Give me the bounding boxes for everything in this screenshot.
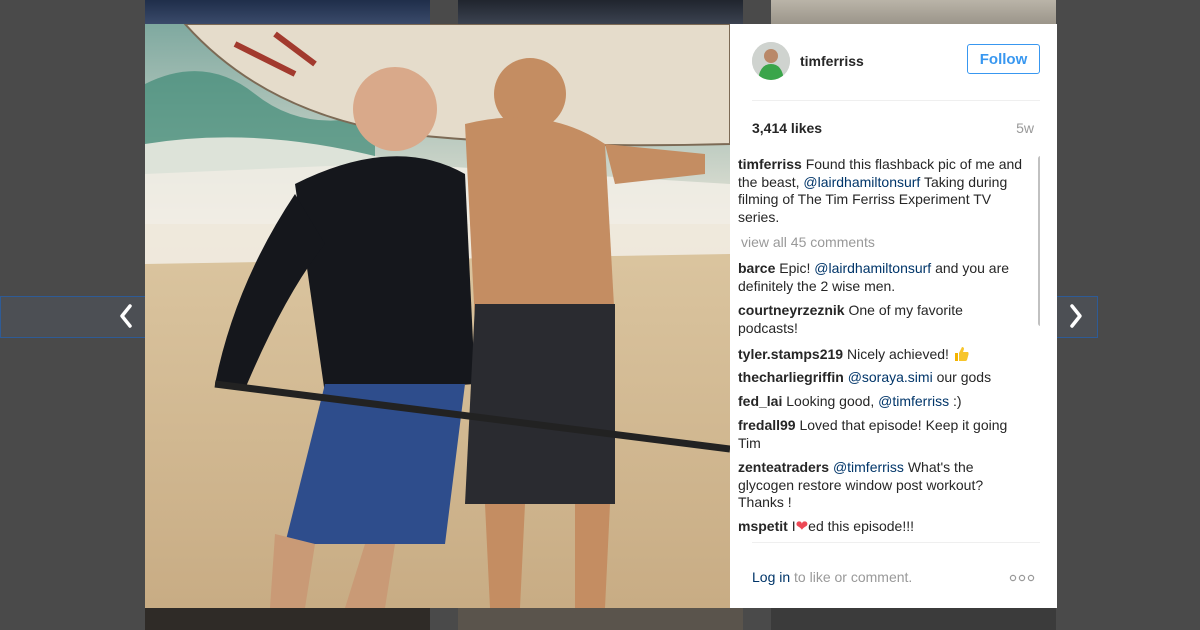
comment-item: mspetit I❤ed this episode!!! — [738, 518, 1026, 536]
comment-item: zenteatraders @timferriss What's the gly… — [738, 459, 1026, 512]
comment-username[interactable]: fed_lai — [738, 393, 782, 409]
view-all-comments-link[interactable]: view all 45 comments — [741, 234, 875, 250]
beach-photo-illustration — [145, 24, 730, 608]
comment-mention[interactable]: @timferriss — [833, 459, 904, 475]
chevron-left-icon — [120, 304, 132, 328]
comment-mention[interactable]: @lairdhamiltonsurf — [814, 260, 931, 276]
comment-username[interactable]: fredall99 — [738, 417, 796, 433]
background-thumbnail — [458, 0, 743, 24]
comment-item: fed_lai Looking good, @timferriss :) — [738, 393, 1026, 411]
comment-username[interactable]: courtneyrzeznik — [738, 302, 845, 318]
heart-emoji: ❤ — [795, 518, 809, 535]
comment-username[interactable]: zenteatraders — [738, 459, 829, 475]
comment-mention[interactable]: @soraya.simi — [848, 369, 933, 385]
comment-mention[interactable]: @timferriss — [878, 393, 949, 409]
comment-text: our gods — [936, 369, 992, 385]
background-thumbnail — [145, 608, 430, 630]
background-thumbnail — [458, 608, 743, 630]
next-post-button[interactable] — [1058, 298, 1094, 334]
divider — [752, 542, 1040, 543]
comment-text: Looking good, — [786, 393, 875, 409]
chevron-right-icon — [1070, 304, 1082, 328]
login-prompt: Log in to like or comment. — [752, 569, 912, 585]
comment-username[interactable]: barce — [738, 260, 775, 276]
more-options-icon[interactable] — [1009, 572, 1035, 584]
login-link[interactable]: Log in — [752, 569, 790, 585]
comment-item: thecharliegriffin @soraya.simi our gods — [738, 369, 1026, 387]
comment-item: fredall99 Loved that episode! Keep it go… — [738, 417, 1026, 452]
thumbs-up-emoji — [954, 347, 969, 361]
comment-text: :) — [952, 393, 962, 409]
background-thumbnail — [771, 608, 1056, 630]
background-thumbnail — [771, 0, 1056, 24]
comment-text: Epic! — [779, 260, 811, 276]
comment-username[interactable]: mspetit — [738, 518, 788, 534]
likes-count[interactable]: 3,414 likes — [752, 120, 822, 136]
caption-mention[interactable]: @lairdhamiltonsurf — [803, 174, 920, 190]
comment-username[interactable]: thecharliegriffin — [738, 369, 844, 385]
post-modal: timferriss Follow 3,414 likes 5w timferr… — [145, 24, 1057, 608]
comments-scrollbar-thumb[interactable] — [1038, 156, 1040, 326]
post-age: 5w — [1016, 120, 1034, 136]
post-author-username[interactable]: timferriss — [800, 53, 864, 69]
post-header: timferriss Follow — [752, 42, 1040, 101]
caption: timferriss Found this flashback pic of m… — [738, 156, 1026, 226]
post-details-panel: timferriss Follow 3,414 likes 5w timferr… — [730, 24, 1057, 608]
caption-username[interactable]: timferriss — [738, 156, 802, 172]
comment-text: Nicely achieved! — [846, 346, 949, 362]
comment-item: barce Epic! @lairdhamiltonsurf and you a… — [738, 260, 1026, 295]
follow-button[interactable]: Follow — [967, 44, 1040, 74]
comment-text: ed this episode!!! — [808, 518, 915, 534]
comment-item: courtneyrzeznik One of my favorite podca… — [738, 302, 1026, 337]
comment-username[interactable]: tyler.stamps219 — [738, 346, 843, 362]
comment-item: tyler.stamps219 Nicely achieved! — [738, 345, 1026, 364]
background-thumbnail — [145, 0, 430, 24]
login-prompt-text: to like or comment. — [794, 569, 913, 585]
previous-post-button[interactable] — [108, 298, 144, 334]
avatar[interactable] — [752, 42, 790, 80]
post-photo[interactable] — [145, 24, 730, 608]
comments-list[interactable]: timferriss Found this flashback pic of m… — [738, 156, 1040, 542]
